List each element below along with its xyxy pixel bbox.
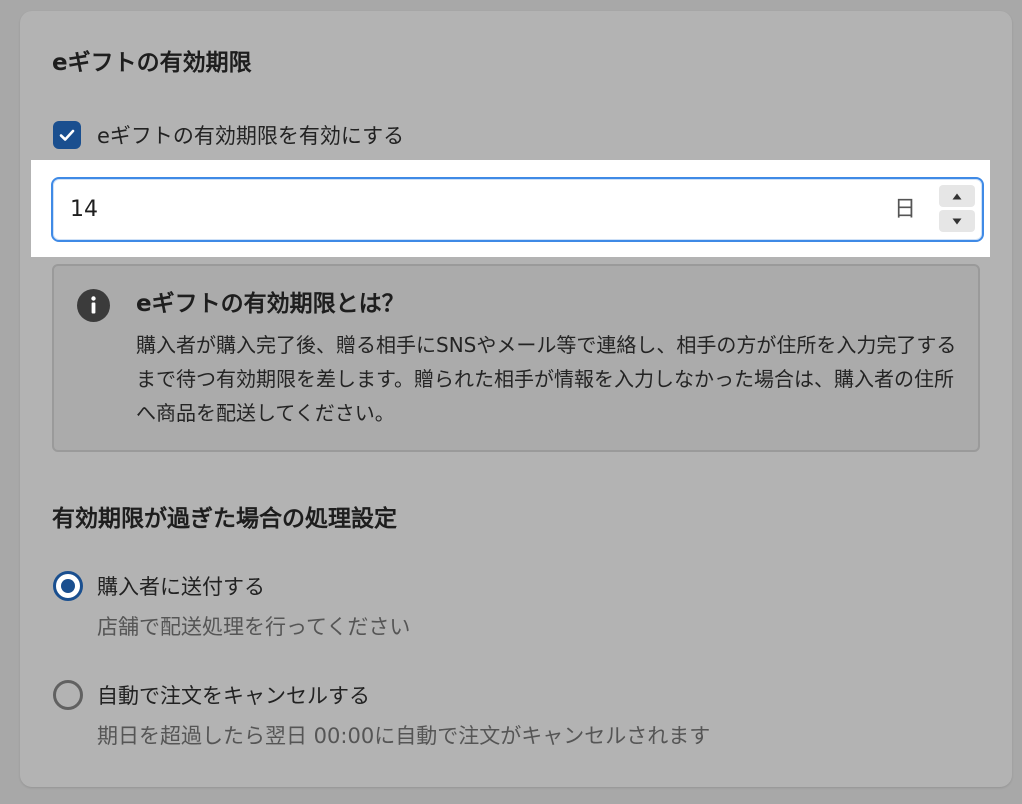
expiry-days-unit: 日 [894, 197, 917, 222]
check-icon [59, 129, 75, 141]
radio-option-send-to-buyer[interactable]: 購入者に送付する [53, 571, 265, 601]
info-body: 購入者が購入完了後、贈る相手にSNSやメール等で連絡し、相手の方が住所を入力完了… [136, 333, 957, 425]
info-title: eギフトの有効期限とは？ [136, 291, 405, 317]
caret-up-icon [952, 193, 962, 199]
radio-option-auto-cancel[interactable]: 自動で注文をキャンセルする [53, 680, 370, 710]
radio-auto-cancel[interactable] [53, 680, 83, 710]
stepper-down-button[interactable] [939, 210, 975, 232]
expiry-section-title: eギフトの有効期限 [52, 50, 252, 76]
enable-expiry-checkbox-row[interactable]: eギフトの有効期限を有効にする [53, 121, 404, 149]
after-expiry-section-title: 有効期限が過ぎた場合の処理設定 [52, 506, 397, 532]
info-icon [77, 289, 110, 322]
caret-down-icon [952, 218, 962, 224]
expiry-days-value[interactable]: 14 [70, 196, 98, 224]
radio-auto-cancel-label: 自動で注文をキャンセルする [97, 684, 370, 708]
info-glyph-icon [91, 296, 96, 314]
radio-send-to-buyer-help: 店舗で配送処理を行ってください [97, 615, 411, 639]
radio-selected-dot [61, 579, 75, 593]
expiry-days-input[interactable] [51, 177, 984, 242]
enable-expiry-checkbox[interactable] [53, 121, 81, 149]
stepper-up-button[interactable] [939, 185, 975, 207]
enable-expiry-label: eギフトの有効期限を有効にする [97, 124, 405, 148]
radio-send-to-buyer-label: 購入者に送付する [97, 575, 265, 599]
radio-send-to-buyer[interactable] [53, 571, 83, 601]
radio-auto-cancel-help: 期日を超過したら翌日 00:00に自動で注文がキャンセルされます [97, 724, 711, 748]
